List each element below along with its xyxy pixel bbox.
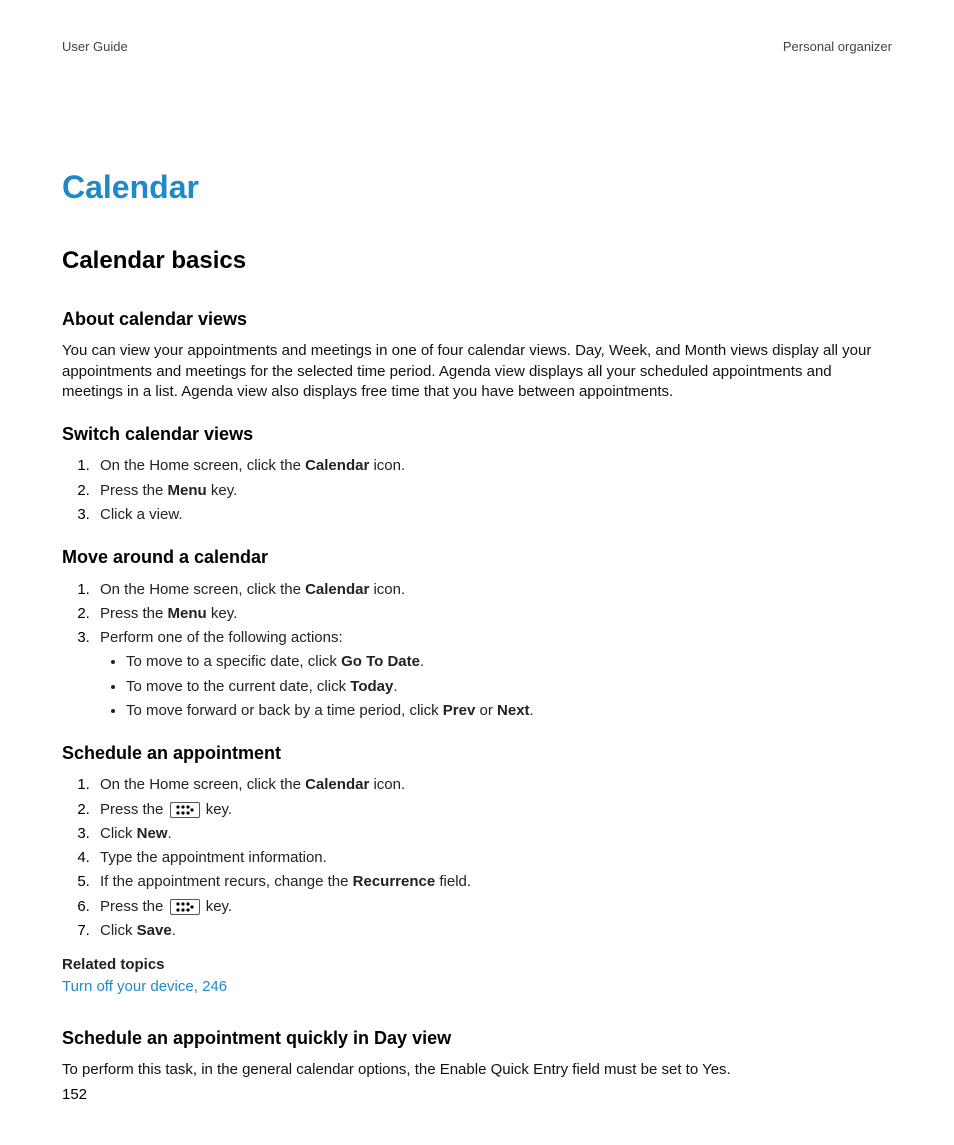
subsection-move-title: Move around a calendar	[62, 545, 892, 569]
text-bold: Next	[497, 702, 530, 719]
text-bold: New	[137, 825, 168, 842]
text-bold: Calendar	[305, 776, 369, 793]
text: Press the	[100, 482, 168, 499]
step: Press the key.	[94, 897, 892, 917]
subsection-about-title: About calendar views	[62, 307, 892, 331]
page-number: 152	[62, 1085, 87, 1105]
text: To move to a specific date, click	[126, 653, 341, 670]
step: On the Home screen, click the Calendar i…	[94, 456, 892, 476]
sched-steps: On the Home screen, click the Calendar i…	[62, 775, 892, 941]
document-page: User Guide Personal organizer Calendar C…	[0, 0, 954, 1145]
text-bold: Menu	[168, 605, 207, 622]
text: icon.	[369, 776, 405, 793]
page-title: Calendar	[62, 166, 892, 209]
text: If the appointment recurs, change the	[100, 873, 353, 890]
text-bold: Menu	[168, 482, 207, 499]
text: .	[420, 653, 424, 670]
text-bold: Recurrence	[353, 873, 436, 890]
step: Press the Menu key.	[94, 481, 892, 501]
text-bold: Go To Date	[341, 653, 420, 670]
text: On the Home screen, click the	[100, 581, 305, 598]
step: Perform one of the following actions: To…	[94, 628, 892, 721]
text: Press the	[100, 898, 168, 915]
text: Press the	[100, 801, 168, 818]
related-link[interactable]: Turn off your device, 246	[62, 978, 227, 995]
text: Perform one of the following actions:	[100, 629, 343, 646]
step: If the appointment recurs, change the Re…	[94, 872, 892, 892]
text: Press the	[100, 605, 168, 622]
subsection-sched-title: Schedule an appointment	[62, 741, 892, 765]
step: On the Home screen, click the Calendar i…	[94, 580, 892, 600]
text: Type the appointment information.	[100, 849, 327, 866]
step: On the Home screen, click the Calendar i…	[94, 775, 892, 795]
text: To move to the current date, click	[126, 678, 350, 695]
text: field.	[435, 873, 471, 890]
text: .	[393, 678, 397, 695]
page-header: User Guide Personal organizer	[62, 38, 892, 56]
subsection-switch-title: Switch calendar views	[62, 422, 892, 446]
text: Click	[100, 922, 137, 939]
section-title: Calendar basics	[62, 245, 892, 277]
text: On the Home screen, click the	[100, 457, 305, 474]
text: key.	[202, 898, 233, 915]
text: or	[475, 702, 497, 719]
text: .	[530, 702, 534, 719]
switch-steps: On the Home screen, click the Calendar i…	[62, 456, 892, 525]
list-item: To move to a specific date, click Go To …	[126, 652, 892, 672]
step: Press the key.	[94, 800, 892, 820]
text: On the Home screen, click the	[100, 776, 305, 793]
about-text: You can view your appointments and meeti…	[62, 341, 892, 402]
text: key.	[207, 605, 238, 622]
move-sub-bullets: To move to a specific date, click Go To …	[100, 652, 892, 721]
text: icon.	[369, 457, 405, 474]
header-right: Personal organizer	[783, 38, 892, 56]
subsection-quick-title: Schedule an appointment quickly in Day v…	[62, 1026, 892, 1050]
step: Click Save.	[94, 921, 892, 941]
text: .	[168, 825, 172, 842]
list-item: To move to the current date, click Today…	[126, 677, 892, 697]
text-bold: Save	[137, 922, 172, 939]
quick-text: To perform this task, in the general cal…	[62, 1060, 892, 1080]
step: Click a view.	[94, 505, 892, 525]
step: Click New.	[94, 824, 892, 844]
text: Click	[100, 825, 137, 842]
text-bold: Today	[350, 678, 393, 695]
text-bold: Calendar	[305, 581, 369, 598]
header-left: User Guide	[62, 38, 128, 56]
step: Press the Menu key.	[94, 604, 892, 624]
text-bold: Prev	[443, 702, 476, 719]
text: key.	[202, 801, 233, 818]
text: key.	[207, 482, 238, 499]
related-topics-heading: Related topics	[62, 955, 892, 975]
text: To move forward or back by a time period…	[126, 702, 443, 719]
text: Click a view.	[100, 506, 183, 523]
list-item: To move forward or back by a time period…	[126, 701, 892, 721]
text: .	[172, 922, 176, 939]
text-bold: Calendar	[305, 457, 369, 474]
text: icon.	[369, 581, 405, 598]
menu-key-icon	[170, 802, 200, 818]
move-steps: On the Home screen, click the Calendar i…	[62, 580, 892, 722]
step: Type the appointment information.	[94, 848, 892, 868]
menu-key-icon	[170, 899, 200, 915]
